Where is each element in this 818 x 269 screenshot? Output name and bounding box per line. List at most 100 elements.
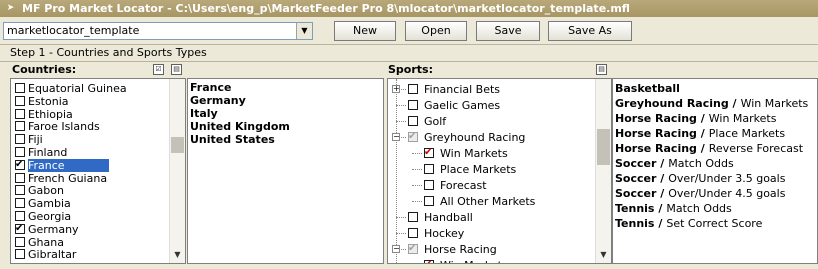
step-bar: Step 1 - Countries and Sports Types	[0, 44, 818, 62]
app-icon: ➤	[6, 3, 15, 13]
checkbox[interactable]	[408, 116, 418, 126]
selected-countries-list: France Germany Italy United Kingdom United S…	[187, 78, 384, 264]
checkbox[interactable]	[424, 260, 434, 263]
checkbox[interactable]	[15, 172, 25, 183]
sport-label: Forecast	[440, 179, 487, 192]
selected-sports-list: Basketball Greyhound Racing / Win Markets H…	[612, 78, 818, 264]
template-select[interactable]: marketlocator_template ▼	[3, 22, 313, 40]
selected-sport: Greyhound Racing / Win Markets	[615, 96, 808, 111]
checkbox[interactable]	[408, 244, 418, 254]
save-as-button[interactable]: Save As	[548, 21, 632, 41]
tree-line	[412, 185, 422, 186]
new-button[interactable]: New	[334, 21, 396, 41]
tree-line	[412, 169, 422, 170]
checkbox[interactable]	[15, 223, 25, 234]
checkbox[interactable]	[15, 249, 25, 260]
sports-tree[interactable]: + Financial Bets Gaelic Games Golf − Greyhoun…	[387, 78, 612, 264]
checkbox[interactable]	[408, 132, 418, 142]
sport-tree-item[interactable]: Golf	[388, 114, 596, 130]
tree-line	[396, 217, 406, 218]
checkbox[interactable]	[424, 180, 434, 190]
country-label: Ghana	[28, 235, 64, 249]
scroll-thumb[interactable]	[597, 129, 610, 165]
country-label: Equatorial Guinea	[28, 82, 127, 95]
country-item[interactable]: Gibraltar	[11, 248, 169, 261]
country-item[interactable]: Estonia	[11, 95, 169, 108]
checkbox[interactable]	[15, 95, 25, 106]
country-item[interactable]: Ethiopia	[11, 108, 169, 121]
sport-tree-item[interactable]: Gaelic Games	[388, 98, 596, 114]
selected-market-name: Over/Under 3.5 goals	[668, 172, 786, 185]
country-item[interactable]: Faroe Islands	[11, 120, 169, 133]
list-view-icon[interactable]: ▤	[596, 64, 607, 75]
checkbox[interactable]	[15, 108, 25, 119]
sport-tree-item[interactable]: Win Markets	[388, 258, 596, 263]
country-item[interactable]: Gabon	[11, 184, 169, 197]
sport-tree-item[interactable]: Hockey	[388, 226, 596, 242]
sports-scrollbar[interactable]: ▼	[595, 79, 611, 263]
country-item[interactable]: Georgia	[11, 210, 169, 223]
scroll-thumb[interactable]	[171, 137, 184, 153]
country-label: French Guiana	[28, 171, 108, 185]
scroll-down-icon[interactable]: ▼	[170, 248, 185, 262]
checkbox[interactable]	[408, 228, 418, 238]
selected-country: Germany	[190, 94, 246, 107]
collapse-icon[interactable]: −	[392, 245, 400, 253]
country-item[interactable]: France	[11, 158, 169, 172]
checkbox[interactable]	[408, 100, 418, 110]
scroll-down-icon[interactable]: ▼	[596, 248, 611, 262]
sports-header: Sports:	[388, 63, 433, 76]
sport-tree-item[interactable]: Win Markets	[388, 146, 596, 162]
checkbox[interactable]	[15, 147, 25, 157]
country-item[interactable]: Germany	[11, 223, 169, 236]
country-item[interactable]: Finland	[11, 146, 169, 159]
selected-sport-name: Soccer /	[615, 187, 665, 200]
open-button[interactable]: Open	[405, 21, 467, 41]
country-item[interactable]: Equatorial Guinea	[11, 82, 169, 95]
checkbox[interactable]	[15, 83, 25, 93]
tree-line	[396, 233, 406, 234]
checkbox[interactable]	[408, 212, 418, 222]
selected-sport-name: Greyhound Racing /	[615, 97, 737, 110]
checkbox[interactable]	[15, 185, 25, 196]
expand-icon[interactable]: +	[392, 85, 400, 93]
countries-scrollbar[interactable]: ▼	[169, 79, 185, 263]
selected-sport: Soccer / Match Odds	[615, 156, 734, 171]
country-item[interactable]: French Guiana	[11, 172, 169, 185]
check-all-icon[interactable]: ☑	[153, 64, 164, 75]
sport-tree-item[interactable]: Handball	[388, 210, 596, 226]
country-item[interactable]: Fiji	[11, 133, 169, 146]
checkbox[interactable]	[15, 134, 25, 145]
sport-tree-item[interactable]: − Horse Racing	[388, 242, 596, 258]
sport-tree-item[interactable]: − Greyhound Racing	[388, 130, 596, 146]
selected-sport-name: Soccer /	[615, 157, 665, 170]
sport-tree-item[interactable]: All Other Markets	[388, 194, 596, 210]
checkbox[interactable]	[15, 236, 25, 247]
selected-sport: Soccer / Over/Under 3.5 goals	[615, 171, 785, 186]
collapse-icon[interactable]: −	[392, 133, 400, 141]
chevron-down-icon[interactable]: ▼	[296, 23, 312, 39]
checkbox[interactable]	[15, 159, 25, 170]
checkbox[interactable]	[15, 211, 25, 221]
save-button[interactable]: Save	[476, 21, 540, 41]
checkbox[interactable]	[424, 148, 434, 158]
checkbox[interactable]	[408, 84, 418, 94]
tree-line	[396, 105, 406, 106]
country-item[interactable]: Gambia	[11, 197, 169, 210]
sport-tree-item[interactable]: Forecast	[388, 178, 596, 194]
country-label: Germany	[28, 222, 79, 236]
sport-label: Financial Bets	[424, 83, 501, 96]
selected-market-name: Set Correct Score	[666, 217, 763, 230]
sport-label: Place Markets	[440, 163, 517, 176]
checkbox[interactable]	[15, 198, 25, 209]
window-title: MF Pro Market Locator - C:\Users\eng_p\M…	[22, 2, 630, 15]
checkbox[interactable]	[424, 196, 434, 206]
checkbox[interactable]	[424, 164, 434, 174]
sport-tree-item[interactable]: Place Markets	[388, 162, 596, 178]
sport-tree-item[interactable]: + Financial Bets	[388, 82, 596, 98]
checkbox[interactable]	[15, 121, 25, 132]
selected-sport-name: Basketball	[615, 82, 680, 95]
countries-list[interactable]: Equatorial Guinea Estonia Ethiopia Faroe Is…	[10, 78, 186, 264]
list-view-icon[interactable]: ▤	[171, 64, 182, 75]
country-item[interactable]: Ghana	[11, 236, 169, 249]
